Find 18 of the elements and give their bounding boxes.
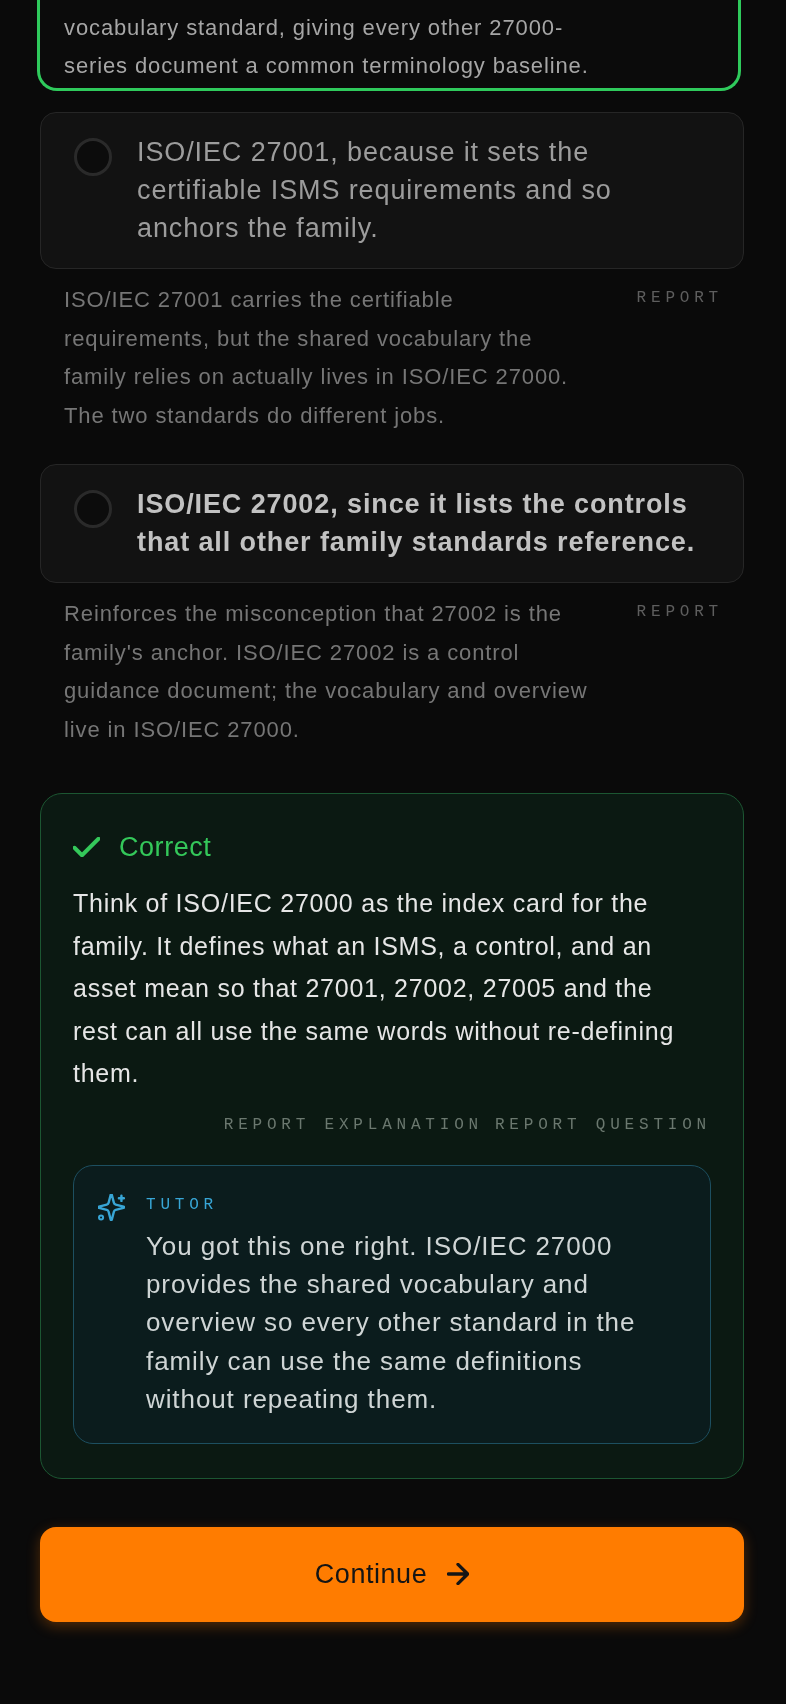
- radio-button[interactable]: [74, 138, 112, 176]
- continue-button[interactable]: Continue: [40, 1526, 744, 1622]
- radio-button[interactable]: [74, 490, 112, 528]
- report-link[interactable]: REPORT QUESTION: [494, 1112, 711, 1137]
- arrow-right-icon: [447, 1563, 470, 1586]
- check-icon: [73, 837, 100, 857]
- feedback-explanation: Think of ISO/IEC 27000 as the index card for the family. It defines what an ISMS, a control, and an asset mean so that 27001, 27002, 27005 and the rest can all use the same words without re-defining them.: [73, 888, 676, 1089]
- answer-option[interactable]: ISO/IEC 27001, because it sets the certifiable ISMS requirements and so anchors the family.: [40, 112, 744, 269]
- answer-option[interactable]: ISO/IEC 27002, since it lists the controls that all other family standards reference.: [40, 464, 744, 583]
- tutor-message: You got this one right. ISO/IEC 27000 provides the shared vocabulary and overview so every other standard in the family can use the same definitions without repeating them.: [146, 1229, 637, 1417]
- answer-option[interactable]: vocabulary standard, giving every other 27000-series document a common terminology baseline.: [37, 0, 741, 91]
- report-link[interactable]: REPORT EXPLANATION: [223, 1112, 483, 1137]
- explanation-text: ISO/IEC 27001 carries the certifiable requirements, but the shared vocabulary the family relies on actually lives in ISO/IEC 27000. The two standards do different jobs.: [64, 286, 570, 430]
- sparkle-icon: [98, 1193, 125, 1221]
- tutor-label: TUTOR: [146, 1194, 219, 1216]
- explanation-text: Reinforces the misconception that 27002 is the family's anchor. ISO/IEC 27002 is a control guidance document; the vocabulary and overview live in ISO/IEC 27000.: [64, 600, 589, 744]
- explanation-text: vocabulary standard, giving every other 27000-series document a common terminology baseline.: [64, 14, 590, 80]
- result-title: Correct: [119, 831, 212, 864]
